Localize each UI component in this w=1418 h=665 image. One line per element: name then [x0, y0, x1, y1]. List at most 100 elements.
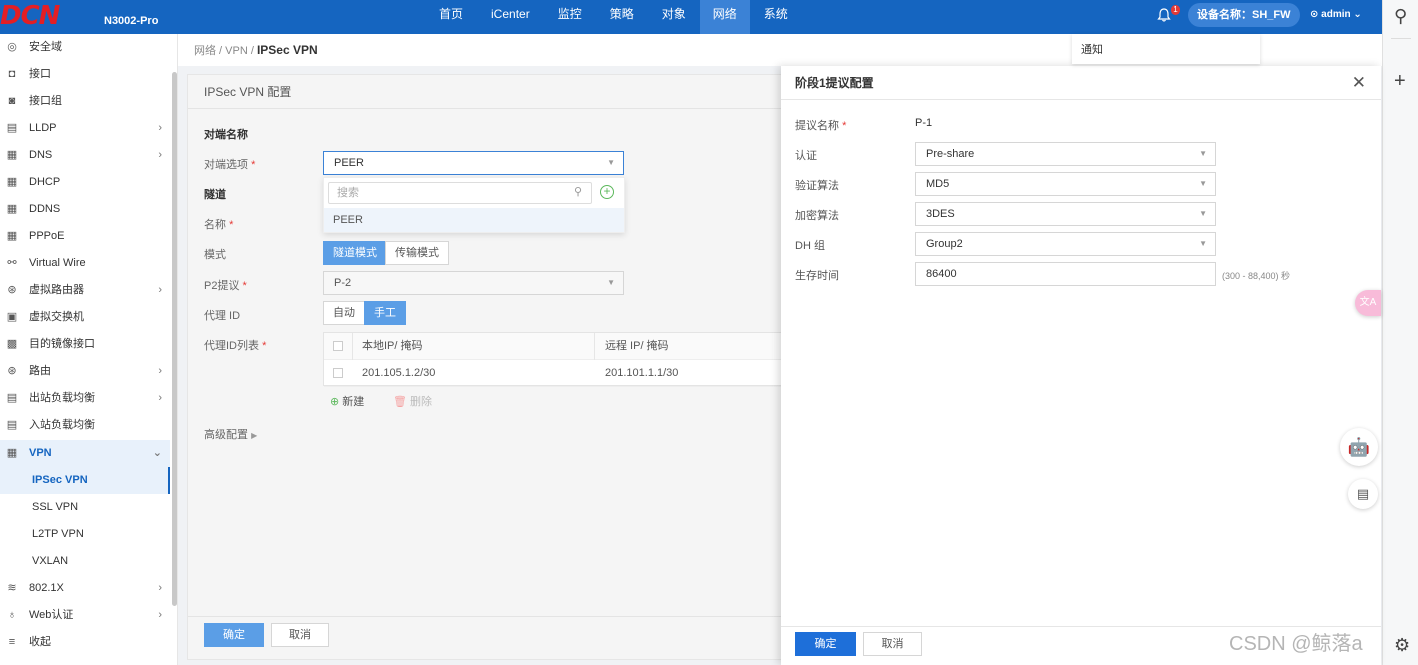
peer-dropdown-menu: 搜索 ⚲ + PEER: [323, 177, 625, 233]
sidebar-item-dns[interactable]: ▦ DNS ›: [0, 142, 170, 169]
nav-monitor[interactable]: 监控: [544, 0, 596, 34]
inbound-icon: ▤: [6, 419, 18, 431]
cancel-button[interactable]: 取消: [271, 623, 329, 647]
drawer-ok-button[interactable]: 确定: [795, 632, 856, 656]
router-icon: ⊛: [7, 284, 17, 296]
brand-logo[interactable]: DCN: [0, 3, 84, 29]
dropdown-option-peer[interactable]: PEER: [324, 208, 624, 232]
sidebar-item-interface-group[interactable]: ◙ 接口组: [0, 88, 170, 115]
dh-group-select[interactable]: Group2 ▼: [915, 232, 1216, 256]
mode-tunnel-button[interactable]: 隧道模式: [323, 241, 387, 265]
sidebar-item-interface[interactable]: ◘ 接口: [0, 61, 170, 88]
bell-icon[interactable]: [1157, 8, 1171, 22]
peer-option-select[interactable]: PEER ▼: [323, 151, 624, 175]
dropdown-search-input[interactable]: 搜索: [328, 182, 592, 204]
add-peer-icon[interactable]: +: [600, 185, 614, 199]
panel-title: IPSec VPN 配置: [188, 75, 786, 109]
hash-select[interactable]: MD5 ▼: [915, 172, 1216, 196]
sidebar-item-security-zone[interactable]: ◎ 安全域: [0, 34, 170, 61]
sidebar-item-label: 入站负载均衡: [29, 419, 95, 431]
search-icon[interactable]: ⚲: [1394, 6, 1407, 27]
plus-icon[interactable]: +: [1394, 70, 1406, 93]
cell-remote-ip: 201.101.1.1/30: [605, 367, 679, 379]
add-row-button[interactable]: ⊕ 新建: [330, 393, 364, 409]
sidebar-item-routing[interactable]: ⊛ 路由 ›: [0, 358, 170, 385]
notification-popup[interactable]: 通知: [1072, 34, 1260, 64]
select-all-checkbox[interactable]: [333, 341, 343, 351]
sidebar-item-virtual-switch[interactable]: ▣ 虚拟交换机: [0, 304, 170, 331]
sidebar-item-mirror-interface[interactable]: ▩ 目的镜像接口: [0, 331, 170, 358]
sidebar-item-pppoe[interactable]: ▦ PPPoE: [0, 223, 170, 250]
drawer-cancel-button[interactable]: 取消: [863, 632, 922, 656]
sidebar-item-lldp[interactable]: ▤ LLDP ›: [0, 115, 170, 142]
nav-network[interactable]: 网络: [699, 0, 750, 34]
browser-side-rail: ⚲ + ⚙: [1382, 0, 1418, 665]
p2-proposal-select[interactable]: P-2 ▼: [323, 271, 624, 295]
wifi-icon: ≋: [7, 582, 17, 594]
sidebar-item-ssl-vpn[interactable]: SSL VPN: [0, 494, 170, 521]
encrypt-select[interactable]: 3DES ▼: [915, 202, 1216, 226]
mode-transport-button[interactable]: 传输模式: [385, 241, 449, 265]
search-icon: ⚲: [574, 186, 583, 198]
trash-icon: 🗑: [393, 396, 411, 408]
mirror-icon: ▩: [6, 338, 18, 350]
close-icon[interactable]: ✕: [1352, 73, 1366, 93]
translate-icon[interactable]: 文A: [1355, 290, 1381, 316]
nav-policy[interactable]: 策略: [596, 0, 648, 34]
chevron-right-icon: ›: [158, 609, 162, 621]
user-name: admin: [1321, 9, 1351, 20]
sidebar-item-virtual-wire[interactable]: ⚯ Virtual Wire: [0, 250, 170, 277]
user-menu[interactable]: ⊙ admin ⌄: [1310, 9, 1362, 20]
p2-proposal-label: P2提议 *: [204, 280, 247, 292]
tunnel-section-heading: 隧道: [204, 189, 226, 201]
gear-icon[interactable]: ⚙: [1394, 635, 1410, 656]
sidebar-scrollbar[interactable]: [172, 72, 177, 606]
sidebar-item-ipsec-vpn[interactable]: IPSec VPN: [0, 467, 170, 494]
sidebar-item-virtual-router[interactable]: ⊛ 虚拟路由器 ›: [0, 277, 170, 304]
sidebar-item-web-auth[interactable]: ♁ Web认证 ›: [0, 602, 170, 629]
lifetime-input[interactable]: 86400: [915, 262, 1216, 286]
sidebar-item-label: LLDP: [29, 122, 57, 134]
proxy-auto-button[interactable]: 自动: [323, 301, 365, 325]
assistant-bot-icon[interactable]: 🤖: [1340, 428, 1378, 466]
auth-select[interactable]: Pre-share ▼: [915, 142, 1216, 166]
dhcp-icon: ▦: [6, 176, 18, 188]
nav-system[interactable]: 系统: [750, 0, 802, 34]
sidebar-item-label: 收起: [29, 636, 51, 648]
sidebar-item-label: 安全域: [29, 41, 62, 53]
name-label: 名称 *: [204, 219, 234, 231]
notes-icon[interactable]: ▤: [1348, 479, 1378, 509]
sidebar-item-dhcp[interactable]: ▦ DHCP: [0, 169, 170, 196]
nav-home[interactable]: 首页: [425, 0, 477, 34]
sidebar-item-label: 路由: [29, 365, 51, 377]
caret-right-icon: ▶: [251, 431, 258, 440]
advanced-config-toggle[interactable]: 高级配置 ▶: [204, 426, 257, 442]
sidebar-item-inbound-lb[interactable]: ▤ 入站负载均衡: [0, 412, 170, 439]
chevron-right-icon: ›: [158, 365, 162, 377]
ipsec-config-panel: IPSec VPN 配置 对端名称 对端选项 * PEER ▼ 隧道 名称 * 模…: [187, 74, 788, 660]
ok-button[interactable]: 确定: [204, 623, 264, 647]
sidebar-item-outbound-lb[interactable]: ▤ 出站负载均衡 ›: [0, 385, 170, 412]
sidebar-collapse[interactable]: ≡ 收起: [0, 629, 170, 656]
chevron-right-icon: ›: [158, 284, 162, 296]
encrypt-value: 3DES: [926, 208, 955, 220]
peer-option-label: 对端选项 *: [204, 159, 256, 171]
breadcrumb-path[interactable]: 网络 / VPN /: [194, 45, 257, 57]
sidebar-item-label: DDNS: [29, 203, 61, 215]
nav-object[interactable]: 对象: [648, 0, 700, 34]
sidebar-item-label: DNS: [29, 149, 53, 161]
sidebar-item-l2tp-vpn[interactable]: L2TP VPN: [0, 521, 170, 548]
delete-row-button[interactable]: 🗑 删除: [393, 393, 432, 409]
proposal-name-label: 提议名称 *: [795, 120, 847, 132]
proxy-manual-button[interactable]: 手工: [364, 301, 406, 325]
row-checkbox[interactable]: [333, 368, 343, 378]
sidebar-item-vpn[interactable]: ▦ VPN ⌄: [0, 440, 170, 467]
device-name-badge[interactable]: 设备名称：SH_FW: [1188, 3, 1300, 27]
sidebar-item-ddns[interactable]: ▦ DDNS: [0, 196, 170, 223]
collapse-icon: ≡: [8, 636, 16, 648]
sidebar-item-vxlan[interactable]: VXLAN: [0, 548, 170, 575]
sidebar-item-8021x[interactable]: ≋ 802.1X ›: [0, 575, 170, 602]
table-row[interactable]: 201.105.1.2/30 201.101.1.1/30: [324, 360, 787, 387]
chevron-right-icon: ›: [158, 582, 162, 594]
nav-icenter[interactable]: iCenter: [477, 0, 544, 34]
